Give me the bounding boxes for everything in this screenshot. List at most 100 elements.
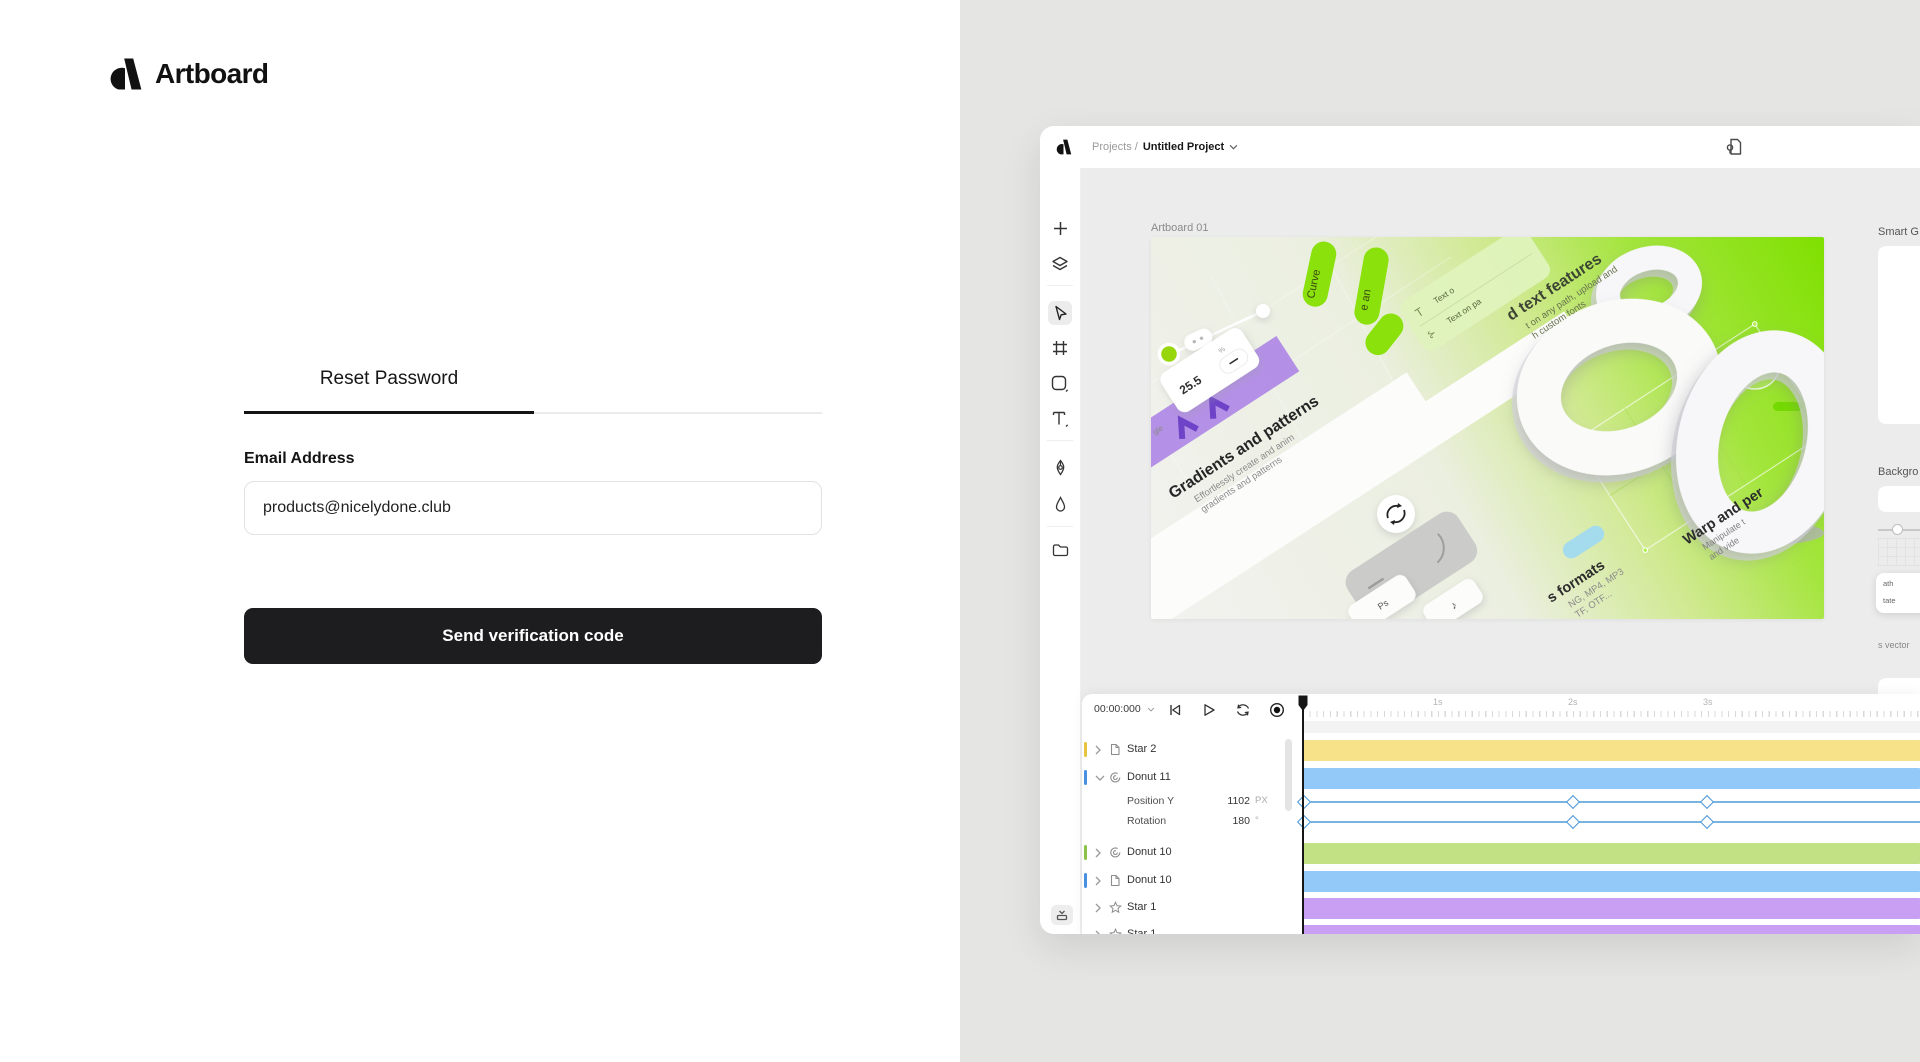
- loop-button[interactable]: [1232, 699, 1254, 721]
- keyframe-diamond[interactable]: [1700, 815, 1714, 829]
- property-label: Rotation: [1127, 815, 1166, 827]
- keyframe-diamond[interactable]: [1700, 795, 1714, 809]
- timecode-value: 00:00:000: [1094, 703, 1141, 715]
- select-tool-button[interactable]: [1048, 301, 1072, 325]
- property-row-position-y[interactable]: Position Y 1102 PX: [1082, 793, 1303, 811]
- mini-grid: [1878, 538, 1920, 566]
- layer-row-donut-10b[interactable]: Donut 10: [1082, 870, 1303, 892]
- shape-tool-button[interactable]: [1048, 372, 1072, 396]
- collapse-icon: [1055, 908, 1069, 922]
- email-label: Email Address: [244, 450, 355, 468]
- document-pin-icon[interactable]: [1724, 137, 1743, 157]
- keyframe-line-position-y: [1303, 801, 1920, 803]
- app-header: Projects / Untitled Project: [1040, 126, 1920, 168]
- track-star-2[interactable]: [1303, 740, 1920, 761]
- frame-tool-button[interactable]: [1048, 336, 1072, 360]
- app-window: Projects / Untitled Project Artboard 01: [1040, 126, 1920, 934]
- page-icon: [1109, 874, 1121, 887]
- layer-row-donut-11[interactable]: Donut 11: [1082, 767, 1303, 789]
- layer-color-bar: [1084, 742, 1087, 757]
- text-tool-button[interactable]: [1048, 407, 1072, 431]
- property-unit: °: [1255, 815, 1259, 826]
- playhead-marker[interactable]: [1298, 695, 1308, 712]
- assets-tool-button[interactable]: [1048, 538, 1072, 562]
- background-label: Backgro: [1878, 466, 1918, 478]
- email-field[interactable]: [244, 481, 822, 535]
- play-button[interactable]: [1198, 699, 1220, 721]
- collapse-panel-button[interactable]: [1051, 905, 1073, 925]
- layer-name: Star 2: [1127, 743, 1156, 755]
- tab-underline-active: [244, 411, 534, 414]
- breadcrumb-projects[interactable]: Projects /: [1092, 141, 1138, 153]
- ruler-3s: 3s: [1703, 697, 1713, 707]
- layers-scrollbar[interactable]: [1285, 739, 1292, 811]
- layers-tool-button[interactable]: [1048, 252, 1072, 276]
- chevron-right-icon[interactable]: [1095, 930, 1101, 934]
- track-donut-10b[interactable]: [1303, 871, 1920, 892]
- chevron-down-icon: [1147, 707, 1155, 712]
- empty-track-row: [1303, 721, 1920, 733]
- track-donut-11[interactable]: [1303, 768, 1920, 789]
- brand-name: Artboard: [155, 58, 268, 90]
- chevron-right-icon[interactable]: [1095, 876, 1101, 886]
- send-verification-button[interactable]: Send verification code: [244, 608, 822, 664]
- ruler-2s: 2s: [1568, 697, 1578, 707]
- donut-icon: [1109, 771, 1122, 784]
- property-popup[interactable]: ath × tate: [1876, 573, 1920, 613]
- smart-guides-panel[interactable]: [1878, 246, 1920, 424]
- breadcrumb-current[interactable]: Untitled Project: [1143, 141, 1224, 153]
- playhead[interactable]: [1302, 696, 1304, 934]
- add-tool-button[interactable]: [1048, 216, 1072, 240]
- keyframe-diamond[interactable]: [1566, 815, 1580, 829]
- timeline-ruler[interactable]: [1303, 711, 1920, 717]
- layer-color-bar: [1084, 845, 1087, 860]
- chevron-right-icon[interactable]: [1095, 848, 1101, 858]
- page-icon: [1109, 743, 1121, 756]
- app-logo-icon[interactable]: [1055, 138, 1072, 156]
- track-star-1b[interactable]: [1303, 925, 1920, 934]
- star-icon: [1109, 928, 1122, 934]
- layer-color-bar: [1084, 770, 1087, 785]
- vector-label: s vector: [1878, 640, 1910, 650]
- artboard-preview[interactable]: Curve e an T Text o ⊱ Text on pa: [1151, 237, 1824, 619]
- layer-name: Star 1: [1127, 928, 1156, 934]
- keyframe-line-rotation: [1303, 821, 1920, 823]
- mini-slider-handle[interactable]: [1892, 524, 1903, 535]
- donut-icon: [1109, 846, 1122, 859]
- star-icon: [1109, 901, 1122, 914]
- layer-name: Donut 11: [1127, 771, 1171, 783]
- ink-tool-button[interactable]: [1048, 492, 1072, 516]
- tab-reset-password[interactable]: Reset Password: [244, 368, 534, 412]
- layer-row-star-2[interactable]: Star 2: [1082, 739, 1303, 761]
- layer-name: Donut 10: [1127, 846, 1172, 858]
- track-donut-10a[interactable]: [1303, 843, 1920, 864]
- auth-tabs: Reset Password: [244, 368, 822, 414]
- toolbar-divider: [1047, 285, 1073, 286]
- pen-tool-button[interactable]: [1048, 455, 1072, 479]
- background-field[interactable]: [1878, 486, 1920, 512]
- layer-row-donut-10a[interactable]: Donut 10: [1082, 842, 1303, 864]
- brand-logo: Artboard: [107, 55, 268, 93]
- property-unit: PX: [1255, 795, 1268, 806]
- screen: Artboard Reset Password Email Address Se…: [0, 0, 1920, 1062]
- property-value[interactable]: 1102: [1200, 795, 1250, 807]
- chevron-down-icon[interactable]: [1095, 775, 1105, 781]
- artboard-label[interactable]: Artboard 01: [1151, 222, 1208, 234]
- property-row-rotation[interactable]: Rotation 180 °: [1082, 813, 1303, 831]
- popup-rotate-label: tate: [1883, 596, 1896, 605]
- layer-name: Star 1: [1127, 901, 1156, 913]
- track-star-1a[interactable]: [1303, 898, 1920, 919]
- layer-row-star-1b[interactable]: Star 1: [1082, 924, 1303, 934]
- toolbar-divider: [1047, 440, 1073, 441]
- property-value[interactable]: 180: [1200, 815, 1250, 827]
- layer-name: Donut 10: [1127, 874, 1172, 886]
- layer-row-star-1a[interactable]: Star 1: [1082, 897, 1303, 919]
- timecode-display[interactable]: 00:00:000: [1094, 703, 1155, 715]
- chevron-right-icon[interactable]: [1095, 745, 1101, 755]
- tab-underline: [244, 412, 822, 414]
- keyframe-diamond[interactable]: [1566, 795, 1580, 809]
- record-button[interactable]: [1266, 699, 1288, 721]
- skip-to-start-button[interactable]: [1164, 699, 1186, 721]
- breadcrumb[interactable]: Projects / Untitled Project: [1092, 126, 1238, 168]
- chevron-right-icon[interactable]: [1095, 903, 1101, 913]
